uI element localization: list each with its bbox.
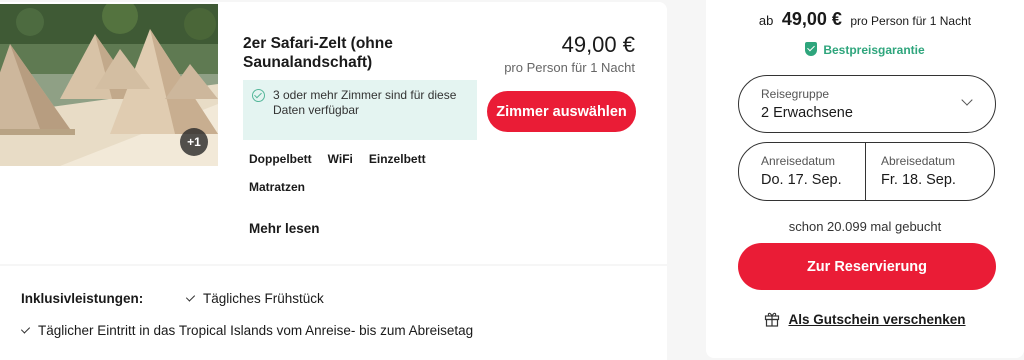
inclusions-heading: Inklusivleistungen: [21, 291, 144, 306]
from-amount: 49,00 € [781, 9, 842, 29]
from-suffix: pro Person für 1 Nacht [850, 14, 972, 28]
from-prefix: ab [758, 13, 774, 28]
photo-count-badge[interactable]: +1 [180, 128, 208, 156]
availability-text: 3 oder mehr Zimmer sind für diese Daten … [273, 88, 457, 117]
reserve-button[interactable]: Zur Reservierung [738, 243, 996, 290]
amenity-item: Einzelbett [368, 152, 426, 166]
read-more-link[interactable]: Mehr lesen [249, 221, 320, 236]
inclusion-text: Täglicher Eintritt in das Tropical Islan… [38, 323, 474, 338]
departure-label: Abreisedatum [881, 154, 956, 168]
gift-icon [765, 312, 780, 327]
departure-date-field[interactable]: Abreisedatum Fr. 18. Sep. [865, 142, 995, 201]
travel-group-select[interactable]: Reisegruppe 2 Erwachsene [738, 75, 996, 133]
price-note: pro Person für 1 Nacht [504, 60, 635, 75]
inclusions-section: Inklusivleistungen: Tägliches Frühstück … [0, 266, 667, 360]
voucher-label[interactable]: Als Gutschein verschenken [788, 312, 965, 327]
amenity-list: Doppelbett WiFi Einzelbett Matratzen [249, 151, 449, 195]
check-icon [185, 292, 196, 302]
departure-value: Fr. 18. Sep. [881, 172, 956, 188]
amenity-item: WiFi [327, 152, 353, 166]
check-icon [20, 324, 31, 334]
arrival-value: Do. 17. Sep. [761, 172, 842, 188]
from-price: ab 49,00 € pro Person für 1 Nacht [706, 9, 1024, 30]
guarantee-text: Bestpreisgarantie [823, 43, 925, 57]
amenity-item: Matratzen [249, 180, 306, 194]
room-photo[interactable]: +1 [0, 4, 218, 166]
price-guarantee: Bestpreisgarantie [706, 42, 1024, 57]
group-label: Reisegruppe [761, 87, 830, 101]
arrival-label: Anreisedatum [761, 154, 836, 168]
gift-voucher-link[interactable]: Als Gutschein verschenken [706, 311, 1024, 327]
select-room-button[interactable]: Zimmer auswählen [487, 91, 636, 132]
inclusion-text: Tägliches Frühstück [203, 291, 324, 306]
room-title: 2er Safari-Zelt (ohne Saunalandschaft) [243, 35, 393, 71]
amenity-item: Doppelbett [249, 152, 312, 166]
inclusion-item: Tägliches Frühstück [185, 291, 324, 306]
group-value: 2 Erwachsene [761, 105, 853, 121]
room-price: 49,00 € [561, 32, 635, 57]
shield-check-icon [805, 42, 818, 56]
chevron-down-icon [961, 94, 973, 106]
check-circle-icon [252, 89, 265, 102]
availability-notice: 3 oder mehr Zimmer sind für diese Daten … [243, 80, 477, 140]
room-card: +1 2er Safari-Zelt (ohne Saunalandschaft… [0, 2, 667, 264]
inclusion-item: Täglicher Eintritt in das Tropical Islan… [20, 323, 474, 338]
booked-count: schon 20.099 mal gebucht [788, 219, 942, 234]
booking-panel: ab 49,00 € pro Person für 1 Nacht Bestpr… [706, 0, 1024, 358]
arrival-date-field[interactable]: Anreisedatum Do. 17. Sep. [738, 142, 867, 201]
